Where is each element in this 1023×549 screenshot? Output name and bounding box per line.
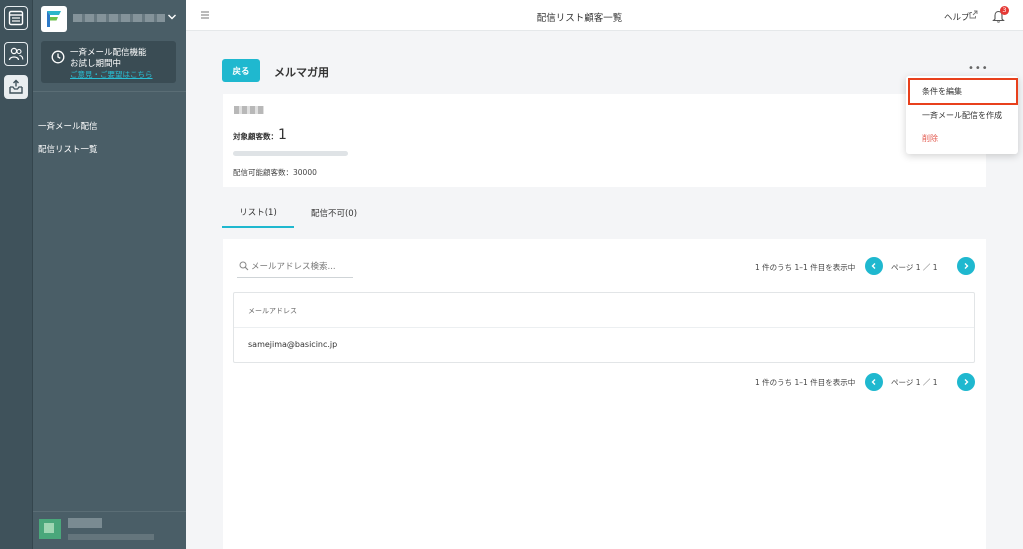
table-row[interactable]: samejima@basicinc.jp [248,340,337,349]
sidebar: 一斉メール配信機能 お試し期間中 ご意見・ご要望はこちら 一斉メール配信 配信リ… [33,0,186,549]
chevron-down-icon[interactable] [167,10,177,24]
next-page-button-bottom[interactable] [957,373,975,391]
chevron-left-icon [871,379,876,385]
prev-page-button-bottom[interactable] [865,373,883,391]
highlight-annotation [908,78,1018,105]
app-logo-icon [47,11,61,27]
chevron-left-icon [871,263,876,269]
next-page-button-top[interactable] [957,257,975,275]
sidebar-item-bulk-mail[interactable]: 一斉メール配信 [38,120,98,132]
target-count-label: 対象顧客数： [233,132,278,141]
user-email-blurred [68,534,154,540]
page-indicator-top: ページ 1 ／ 1 [891,263,938,272]
menu-item-create-bulk-mail[interactable]: 一斉メール配信を作成 [922,110,1002,121]
list-info-card: 対象顧客数：1 配信可能顧客数：30000 [223,94,986,187]
column-header-email: メールアドレス [248,307,297,315]
notification-badge: 3 [1000,6,1009,15]
trial-notice: 一斉メール配信機能 お試し期間中 ご意見・ご要望はこちら [41,41,176,83]
target-count: 対象顧客数：1 [233,127,287,143]
tab-undeliverable[interactable]: 配信不可(0) [300,198,368,228]
search-icon [239,261,249,271]
page-title: 配信リスト顧客一覧 [536,13,623,24]
more-options-button[interactable]: ••• [968,64,988,74]
rail-customers-button[interactable] [4,42,28,66]
user-name-blurred [68,518,102,528]
chevron-right-icon [964,379,969,385]
tab-list[interactable]: リスト(1) [222,198,294,228]
sidebar-footer-divider [33,511,186,512]
target-count-bar [233,151,348,156]
feedback-link[interactable]: ご意見・ご要望はこちら [70,69,153,80]
search-box [237,258,353,278]
condition-label-blurred [234,106,264,114]
target-count-value: 1 [278,127,287,143]
help-link[interactable]: ヘルプ [944,11,970,23]
chevron-right-icon [964,263,969,269]
search-input[interactable] [251,258,351,275]
clock-icon [51,50,65,64]
back-button[interactable]: 戻る [222,59,260,82]
table-divider [234,327,974,328]
avatar[interactable] [39,519,61,539]
sendable-count: 配信可能顧客数：30000 [233,168,317,177]
rail-mail-delivery-button[interactable] [4,75,28,99]
page-indicator-bottom: ページ 1 ／ 1 [891,378,938,387]
trial-status: お試し期間中 [70,59,122,69]
prev-page-button-top[interactable] [865,257,883,275]
list-name-heading: メルマガ用 [274,66,329,79]
external-link-icon[interactable] [969,10,978,19]
email-table: メールアドレス samejima@basicinc.jp [233,292,975,363]
organization-name-blurred[interactable] [73,14,165,22]
customer-list-card: 1 件のうち 1–1 件目を表示中 ページ 1 ／ 1 メールアドレス same… [223,239,986,549]
top-bar: 配信リスト顧客一覧 ヘルプ 3 [186,0,1023,31]
pager-summary-top: 1 件のうち 1–1 件目を表示中 [755,263,856,272]
users-icon [8,47,24,61]
browser-window-icon [8,10,24,26]
pager-summary-bottom: 1 件のうち 1–1 件目を表示中 [755,378,856,387]
app-logo[interactable] [41,6,67,32]
outbox-icon [9,79,23,94]
sidebar-divider [33,91,186,92]
sidebar-item-delivery-lists[interactable]: 配信リスト一覧 [38,143,98,155]
list-tabs: リスト(1) 配信不可(0) [222,198,986,228]
options-dropdown-menu: 条件を編集 一斉メール配信を作成 削除 [906,76,1018,154]
menu-item-delete[interactable]: 削除 [922,133,938,144]
icon-rail [0,0,33,549]
rail-dashboard-button[interactable] [4,6,28,30]
